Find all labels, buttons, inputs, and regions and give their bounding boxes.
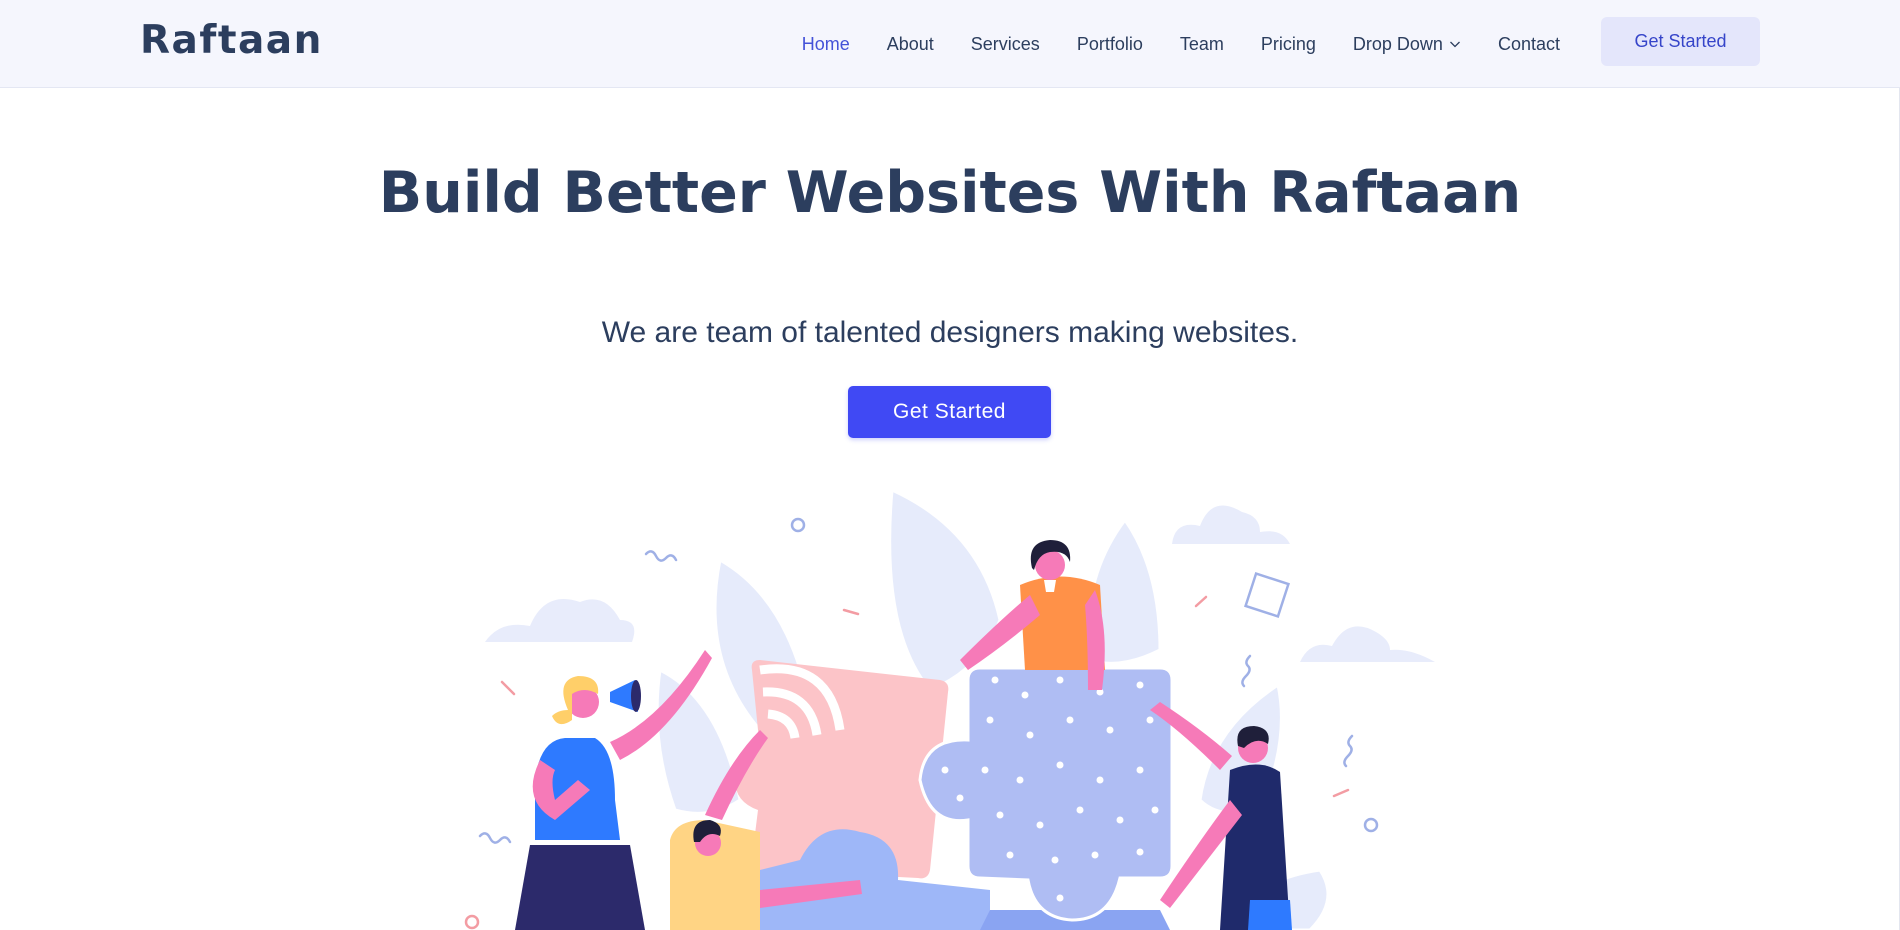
nav-item-label: Services: [970, 33, 1040, 54]
site-header: Raftaan Home About Services Portfolio Te…: [0, 0, 1900, 88]
nav-item-label: Contact: [1497, 33, 1560, 54]
site-logo[interactable]: Raftaan: [140, 14, 323, 68]
hero-get-started-button[interactable]: Get Started: [848, 386, 1051, 438]
nav-item-contact[interactable]: Contact: [1498, 34, 1560, 55]
nav-item-label: Drop Down: [1352, 33, 1443, 54]
nav-item-team[interactable]: Team: [1180, 34, 1224, 55]
nav-item-about[interactable]: About: [887, 34, 934, 55]
nav-item-label: Home: [801, 33, 850, 54]
dotted-puzzle-piece: [918, 666, 1174, 922]
header-get-started-button[interactable]: Get Started: [1601, 17, 1760, 66]
nav-item-portfolio[interactable]: Portfolio: [1077, 34, 1143, 55]
nav-item-label: Team: [1179, 33, 1224, 54]
nav-item-label: Pricing: [1260, 33, 1316, 54]
nav-item-label: Portfolio: [1076, 33, 1143, 54]
hero-teamwork-illustration: [464, 487, 1435, 930]
main-nav: Home About Services Portfolio Team Prici…: [765, 0, 1560, 88]
chevron-down-icon: [1449, 41, 1460, 48]
nav-item-services[interactable]: Services: [971, 34, 1040, 55]
nav-item-label: About: [886, 33, 934, 54]
nav-item-home[interactable]: Home: [802, 34, 850, 55]
nav-item-pricing[interactable]: Pricing: [1261, 34, 1316, 55]
hero-title: Build Better Websites With Raftaan: [378, 160, 1522, 226]
nav-item-dropdown[interactable]: Drop Down: [1353, 34, 1461, 55]
hero-subtitle: We are team of talented designers making…: [601, 316, 1299, 349]
